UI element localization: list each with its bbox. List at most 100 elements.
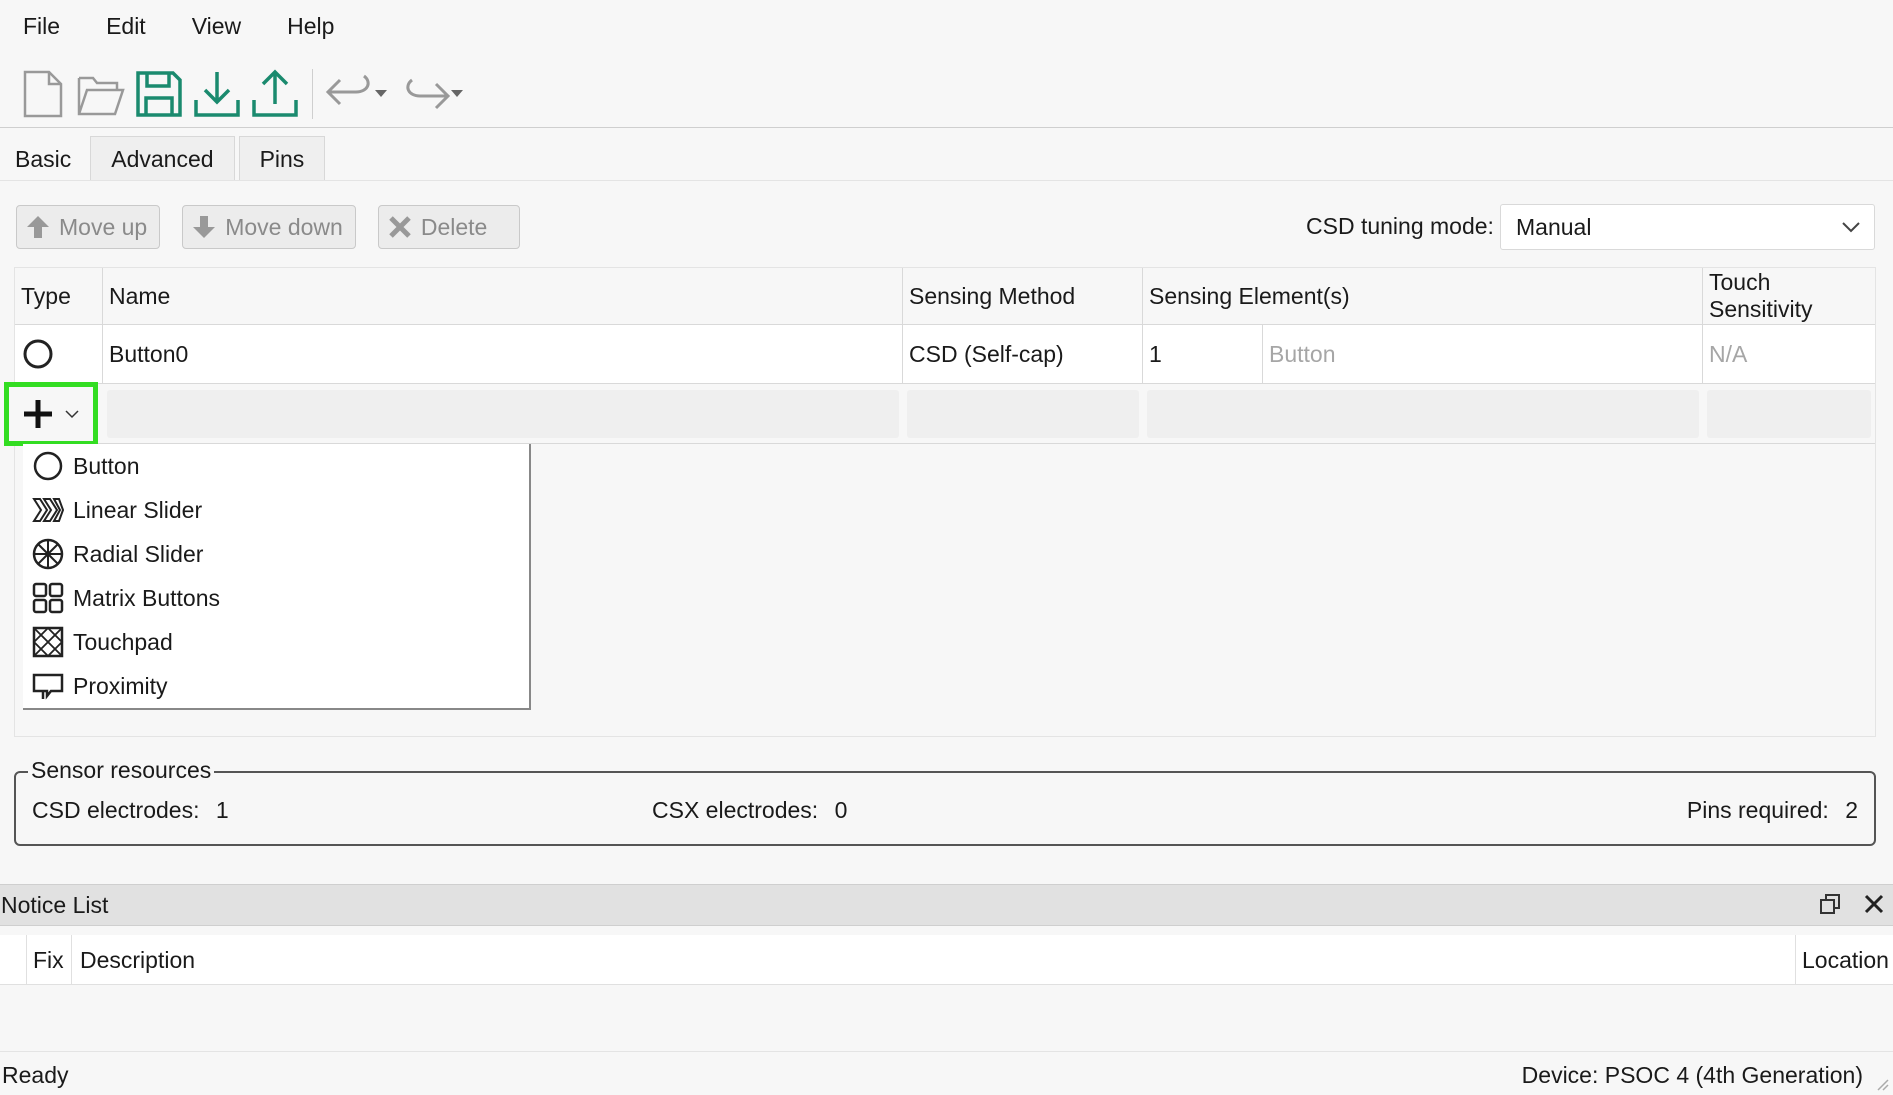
move-down-button[interactable]: Move down <box>182 205 356 249</box>
redo-icon <box>406 78 451 109</box>
element-count-cell[interactable]: 1 <box>1143 325 1263 383</box>
tab-basic[interactable]: Basic <box>0 136 87 180</box>
tab-pins[interactable]: Pins <box>238 136 326 180</box>
export-icon <box>252 69 298 117</box>
column-header-sensing-elements[interactable]: Sensing Element(s) <box>1143 268 1703 324</box>
close-icon <box>389 216 411 238</box>
sensor-resources-title: Sensor resources <box>28 757 215 784</box>
save-button[interactable] <box>130 64 188 124</box>
csd-tuning-mode-select[interactable]: Manual <box>1500 204 1875 250</box>
sensor-resources-group: Sensor resources CSD electrodes: 1 CSX e… <box>14 757 1876 846</box>
basic-panel: Move up Move down Delete CSD tuning mode… <box>0 180 1893 878</box>
plus-icon <box>24 400 52 428</box>
menu-item-touchpad[interactable]: Touchpad <box>23 620 529 664</box>
menu-item-label: Touchpad <box>73 628 173 655</box>
menu-item-label: Proximity <box>73 672 168 699</box>
menu-view[interactable]: View <box>169 0 264 52</box>
resize-grip-icon[interactable] <box>1875 1077 1889 1091</box>
menu-item-linear-slider[interactable]: Linear Slider <box>23 488 529 532</box>
table-row[interactable]: Button0 CSD (Self-cap) 1 Button N/A <box>15 324 1875 384</box>
device-status: Device: PSOC 4 (4th Generation) <box>1521 1062 1863 1088</box>
menu-item-button[interactable]: Button <box>23 444 529 488</box>
csx-electrodes: CSX electrodes: 0 <box>652 797 847 824</box>
menu-bar: File Edit View Help <box>0 0 1893 52</box>
csx-electrodes-label: CSX electrodes: <box>652 797 819 823</box>
column-header-location[interactable]: Location <box>1795 935 1893 985</box>
column-header-fix[interactable]: Fix <box>26 935 72 985</box>
column-header-name[interactable]: Name <box>103 268 903 324</box>
menu-item-radial-slider[interactable]: Radial Slider <box>23 532 529 576</box>
menu-item-label: Matrix Buttons <box>73 584 220 611</box>
csd-electrodes-label: CSD electrodes: <box>32 797 200 823</box>
open-folder-icon <box>77 76 125 115</box>
move-up-button[interactable]: Move up <box>16 205 161 249</box>
name-cell[interactable]: Button0 <box>103 325 903 383</box>
button-circle-icon <box>23 339 53 369</box>
redo-menu-arrow[interactable] <box>449 89 465 99</box>
column-header-sensing-method[interactable]: Sensing Method <box>903 268 1143 324</box>
tab-bar: Basic Advanced Pins <box>0 134 329 180</box>
radial-slider-icon <box>32 538 64 570</box>
csd-electrodes-value: 1 <box>215 797 229 823</box>
undo-button[interactable] <box>321 64 379 124</box>
widgets-table: Type Name Sensing Method Sensing Element… <box>4 267 1876 737</box>
delete-label: Delete <box>420 213 488 240</box>
export-button[interactable] <box>246 64 304 124</box>
empty-name-cell <box>107 390 899 438</box>
menu-edit[interactable]: Edit <box>83 0 169 52</box>
arrow-down-icon <box>193 216 216 238</box>
menu-help[interactable]: Help <box>264 0 357 52</box>
menu-item-label: Radial Slider <box>73 540 204 567</box>
status-bar: Ready Device: PSOC 4 (4th Generation) <box>0 1051 1893 1095</box>
float-window-icon[interactable] <box>1817 891 1843 917</box>
menu-item-label: Linear Slider <box>73 496 203 523</box>
menu-file[interactable]: File <box>0 0 83 52</box>
menu-item-matrix-buttons[interactable]: Matrix Buttons <box>23 576 529 620</box>
move-up-label: Move up <box>59 213 148 240</box>
matrix-buttons-icon <box>32 582 64 614</box>
element-name-cell[interactable]: Button <box>1263 325 1703 383</box>
redo-button[interactable] <box>397 64 455 124</box>
menu-item-proximity[interactable]: Proximity <box>23 664 529 708</box>
chevron-down-icon <box>1842 222 1860 233</box>
touch-sensitivity-cell[interactable]: N/A <box>1703 325 1875 383</box>
column-header-type[interactable]: Type <box>15 268 103 324</box>
delete-button[interactable]: Delete <box>377 205 521 249</box>
open-folder-button[interactable] <box>72 64 130 124</box>
add-widget-button[interactable] <box>4 382 98 446</box>
pins-required: Pins required: 2 <box>1687 797 1858 824</box>
close-icon[interactable] <box>1861 891 1887 917</box>
notice-list-controls <box>1817 891 1887 917</box>
import-button[interactable] <box>188 64 246 124</box>
column-header-description[interactable]: Description <box>74 935 1794 985</box>
chevron-down-icon <box>375 89 387 97</box>
column-header-touch-sensitivity[interactable]: Touch Sensitivity <box>1703 268 1875 324</box>
chevron-down-icon <box>451 89 463 97</box>
tuning-mode-value: Manual <box>1516 213 1592 240</box>
toolbar <box>0 60 1893 128</box>
notice-table: Fix Description Location <box>0 935 1893 985</box>
csx-electrodes-value: 0 <box>834 797 848 823</box>
sensing-method-cell[interactable]: CSD (Self-cap) <box>903 325 1143 383</box>
new-file-icon <box>23 70 63 117</box>
touchpad-icon <box>32 626 64 658</box>
new-file-button[interactable] <box>14 64 72 124</box>
arrow-up-icon <box>27 216 49 238</box>
app-window: File Edit View Help Basic Advanced Pins … <box>0 0 1893 1095</box>
undo-icon <box>325 74 370 105</box>
notice-list-title: Notice List <box>1 891 109 918</box>
empty-sensitivity-cell <box>1707 390 1871 438</box>
add-widget-menu: Button Linear Slider Radial Slider Matri… <box>23 444 531 710</box>
new-widget-row <box>4 382 1875 446</box>
chevron-down-icon <box>65 410 79 419</box>
save-icon <box>136 70 182 117</box>
undo-menu-arrow[interactable] <box>373 89 389 99</box>
csd-electrodes: CSD electrodes: 1 <box>32 797 229 824</box>
pins-required-label: Pins required: <box>1686 797 1829 823</box>
pins-required-value: 2 <box>1845 797 1858 823</box>
proximity-icon <box>32 673 64 700</box>
import-icon <box>194 71 240 117</box>
type-cell[interactable] <box>15 325 103 383</box>
empty-elements-cell <box>1147 390 1699 438</box>
tab-advanced[interactable]: Advanced <box>90 136 235 180</box>
